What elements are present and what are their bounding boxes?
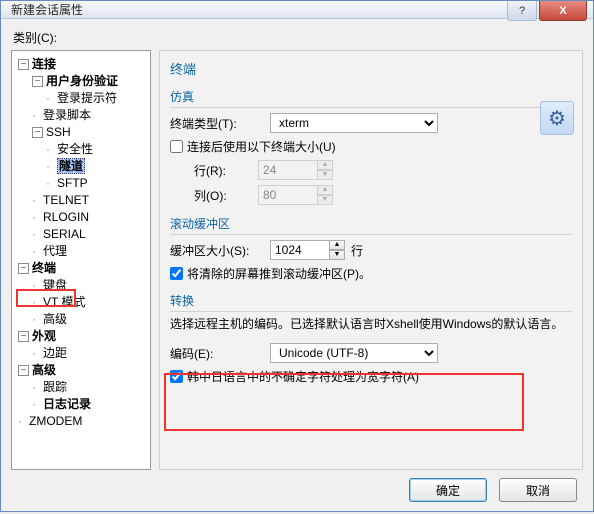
encoding-combo[interactable]: Unicode (UTF-8) [270,343,438,363]
dialog-window: 新建会话属性 ? X 类别(C): −连接 −用户身份验证 ·登录提示符 [0,0,594,512]
use-size-label: 连接后使用以下终端大小(U) [187,138,336,155]
encoding-label: 编码(E): [170,345,270,362]
help-button[interactable]: ? [507,1,537,21]
cols-label: 列(O): [170,187,258,204]
buffer-size-label: 缓冲区大小(S): [170,242,270,259]
tree-security[interactable]: 安全性 [57,142,93,156]
tree-auth[interactable]: 用户身份验证 [46,74,118,88]
tree-log[interactable]: 日志记录 [43,397,91,411]
tree-serial[interactable]: SERIAL [43,227,86,241]
tree-tunnel[interactable]: 隧道 [57,158,85,174]
use-size-checkbox[interactable] [170,140,183,153]
buffer-down[interactable]: ▼ [329,250,345,260]
tree-trace[interactable]: 跟踪 [43,380,67,394]
tree-login-script[interactable]: 登录脚本 [43,108,91,122]
clear-to-scrollback-label: 将清除的屏幕推到滚动缓冲区(P)。 [187,265,371,282]
tree-ssh[interactable]: SSH [46,125,71,139]
tree-advanced-t[interactable]: 高级 [43,312,67,326]
clear-to-scrollback-checkbox[interactable] [170,267,183,280]
tree-login-prompt[interactable]: 登录提示符 [57,91,117,105]
buffer-unit: 行 [351,242,363,259]
tree-rlogin[interactable]: RLOGIN [43,210,89,224]
terminal-type-label: 终端类型(T): [170,115,270,132]
main-area: −连接 −用户身份验证 ·登录提示符 ·登录脚本 −SSH ·安全性 [11,50,583,470]
tree-sftp[interactable]: SFTP [57,176,88,190]
rows-label: 行(R): [170,162,258,179]
buffer-up[interactable]: ▲ [329,240,345,250]
group-conversion-title: 转换 [170,292,572,312]
twisty-icon[interactable]: − [18,365,29,376]
tree-zmodem[interactable]: ZMODEM [29,414,82,428]
group-emulation-title: 仿真 [170,88,572,108]
tree-connection[interactable]: 连接 [32,57,56,71]
tree-telnet[interactable]: TELNET [43,193,89,207]
section-title: 终端 [170,59,572,78]
tree-appearance[interactable]: 外观 [32,329,56,343]
tree-vt[interactable]: VT 模式 [43,295,85,309]
dialog-footer: 确定 取消 [11,470,583,504]
titlebar-buttons: ? X [507,1,593,21]
titlebar: 新建会话属性 ? X [1,1,593,19]
window-title: 新建会话属性 [11,1,83,18]
terminal-type-combo[interactable]: xterm [270,113,438,133]
cjk-wide-checkbox[interactable] [170,370,183,383]
cols-input [258,185,318,205]
category-tree[interactable]: −连接 −用户身份验证 ·登录提示符 ·登录脚本 −SSH ·安全性 [11,50,151,470]
cols-up: ▲ [317,185,333,195]
ok-button[interactable]: 确定 [409,478,487,502]
twisty-icon[interactable]: − [18,59,29,70]
cancel-button[interactable]: 取消 [499,478,577,502]
cols-down: ▼ [317,195,333,205]
buffer-size-input[interactable] [270,240,330,260]
tree-advanced[interactable]: 高级 [32,363,56,377]
conversion-desc: 选择远程主机的编码。已选择默认语言时Xshell使用Windows的默认语言。 [170,316,572,333]
twisty-icon[interactable]: − [32,76,43,87]
category-label: 类别(C): [13,29,583,46]
rows-input [258,160,318,180]
dialog-body: 类别(C): −连接 −用户身份验证 ·登录提示符 ·登录脚本 [1,19,593,514]
content-panel: 终端 仿真 终端类型(T): xterm ⚙ 连接后使用以下终端大小(U) 行(… [159,50,583,470]
close-button[interactable]: X [539,1,587,21]
twisty-icon[interactable]: − [18,263,29,274]
twisty-icon[interactable]: − [32,127,43,138]
tree-proxy[interactable]: 代理 [43,244,67,258]
tree-keyboard[interactable]: 键盘 [43,278,67,292]
tree-margin[interactable]: 边距 [43,346,67,360]
tree-terminal[interactable]: 终端 [32,261,56,275]
cjk-wide-label: 韩中日语言中的不确定字符处理为宽字符(A) [187,368,419,385]
twisty-icon[interactable]: − [18,331,29,342]
rows-up: ▲ [317,160,333,170]
group-scrollback-title: 滚动缓冲区 [170,215,572,235]
gear-icon[interactable]: ⚙ [540,101,574,135]
rows-down: ▼ [317,170,333,180]
